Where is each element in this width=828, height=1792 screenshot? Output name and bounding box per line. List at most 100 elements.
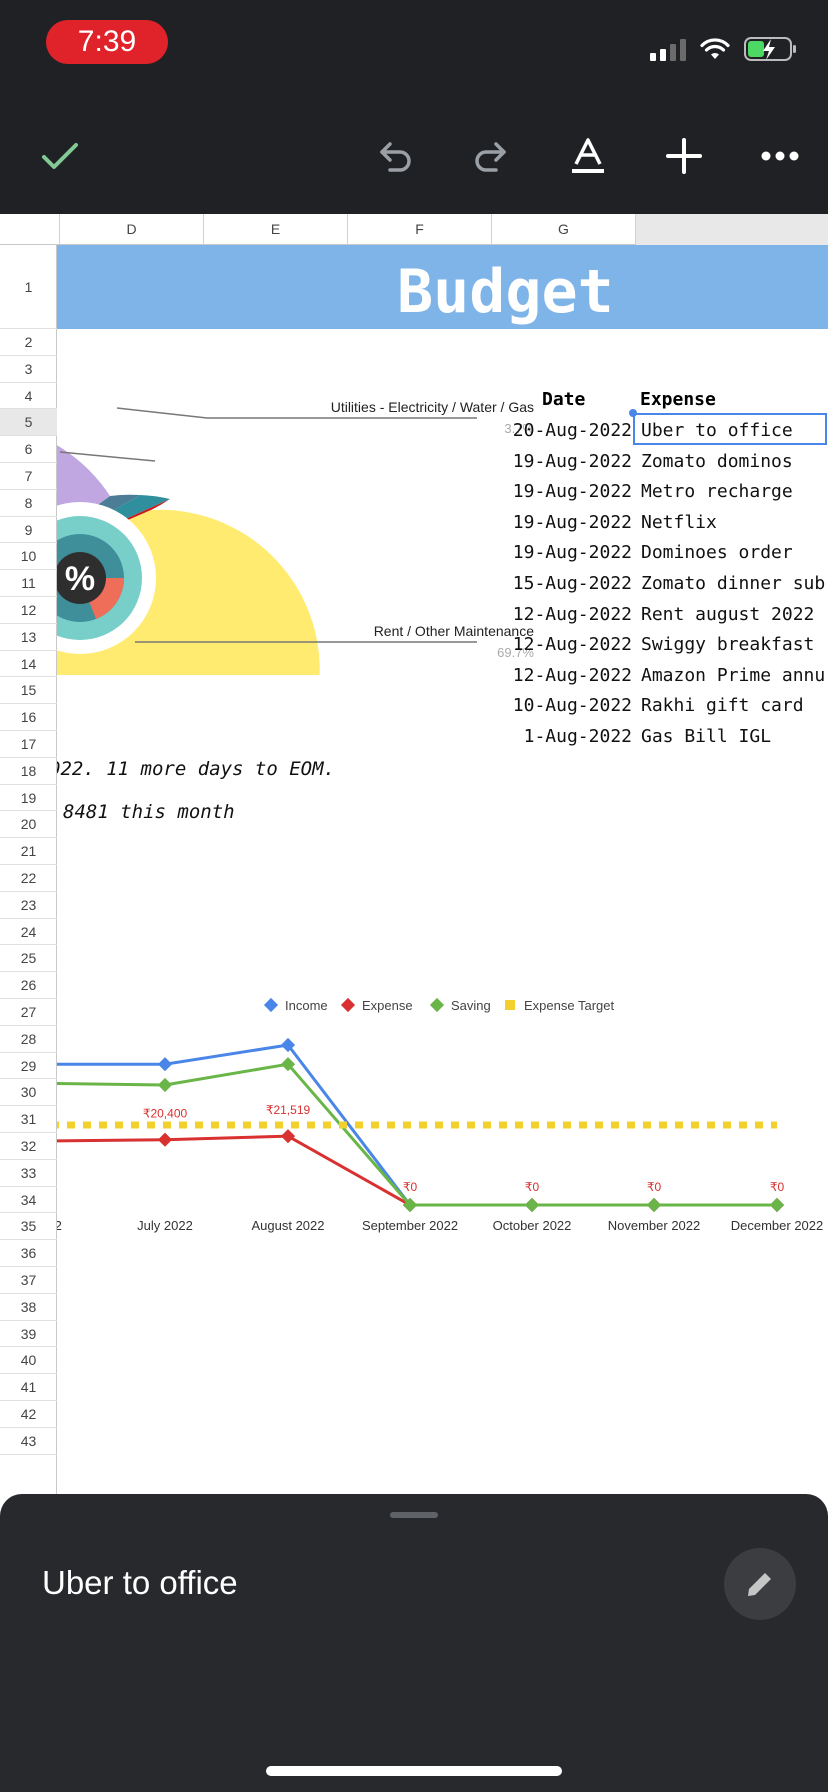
row-header[interactable]: 12: [0, 597, 57, 624]
redo-icon[interactable]: [462, 128, 518, 184]
expense-date-cell[interactable]: 20-Aug-2022: [513, 420, 632, 441]
row-header[interactable]: 1: [0, 245, 57, 329]
row-header[interactable]: 33: [0, 1160, 57, 1187]
row-header[interactable]: 17: [0, 731, 57, 758]
expense-name-cell[interactable]: Gas Bill IGL: [641, 726, 771, 747]
column-header-e[interactable]: E: [204, 214, 348, 245]
row-header[interactable]: 18: [0, 758, 57, 785]
expense-name-cell[interactable]: Amazon Prime annu: [641, 665, 825, 686]
row-header[interactable]: 34: [0, 1187, 57, 1214]
home-indicator[interactable]: [266, 1766, 562, 1776]
row-header[interactable]: 7: [0, 463, 57, 490]
expense-name-cell[interactable]: Rent august 2022: [641, 604, 814, 625]
status-icons: [650, 34, 798, 64]
row-header[interactable]: 36: [0, 1240, 57, 1267]
expense-date-cell[interactable]: 12-Aug-2022: [513, 665, 632, 686]
expense-date-cell[interactable]: 19-Aug-2022: [513, 481, 632, 502]
row-header[interactable]: 30: [0, 1079, 57, 1107]
data-label: ₹0: [770, 1180, 785, 1194]
row-header[interactable]: 13: [0, 624, 57, 651]
row-header[interactable]: 21: [0, 838, 57, 865]
column-header-g[interactable]: G: [492, 214, 636, 245]
expense-name-cell[interactable]: Dominoes order: [641, 542, 793, 563]
x-tick-label: November 2022: [608, 1218, 701, 1233]
expense-date-cell[interactable]: 19-Aug-2022: [513, 512, 632, 533]
row-header[interactable]: 35: [0, 1213, 57, 1241]
column-header-row: D E F G: [0, 214, 828, 245]
expense-name-cell[interactable]: Netflix: [641, 512, 717, 533]
expense-date-cell[interactable]: 1-Aug-2022: [524, 726, 632, 747]
expense-date-cell[interactable]: 19-Aug-2022: [513, 451, 632, 472]
row-header[interactable]: 31: [0, 1106, 57, 1133]
more-horizontal-icon[interactable]: [752, 128, 808, 184]
row-header[interactable]: 11: [0, 570, 57, 597]
battery-charging-icon: [744, 37, 796, 61]
text-format-icon[interactable]: [560, 128, 616, 184]
data-point: [524, 1197, 540, 1213]
column-header-selected[interactable]: [636, 214, 828, 245]
x-tick-label: October 2022: [493, 1218, 572, 1233]
row-header[interactable]: 29: [0, 1053, 57, 1080]
corner-cell[interactable]: [0, 214, 60, 245]
row-header[interactable]: 22: [0, 865, 57, 892]
row-header[interactable]: 15: [0, 677, 57, 705]
income-expense-line-chart[interactable]: IncomeExpenseSavingExpense Target)0₹20,4…: [57, 895, 828, 1235]
spreadsheet-grid[interactable]: Budget % Utilities - Electricity / Water…: [57, 245, 828, 1495]
expense-name-cell[interactable]: Uber to office: [641, 420, 793, 441]
selection-handle-top[interactable]: [629, 409, 637, 417]
row-header[interactable]: 38: [0, 1294, 57, 1321]
row-header[interactable]: 39: [0, 1321, 57, 1348]
undo-icon[interactable]: [368, 128, 424, 184]
column-header-f[interactable]: F: [348, 214, 492, 245]
row-header[interactable]: 20: [0, 811, 57, 839]
expense-name-cell[interactable]: Rakhi gift card: [641, 695, 804, 716]
row-header[interactable]: 14: [0, 651, 57, 678]
row-header[interactable]: 8: [0, 490, 57, 517]
row-header[interactable]: 32: [0, 1133, 57, 1160]
row-header[interactable]: 42: [0, 1401, 57, 1428]
expense-name-cell[interactable]: Zomato dominos: [641, 451, 793, 472]
row-header[interactable]: 10: [0, 543, 57, 571]
expense-name-cell[interactable]: Zomato dinner sub: [641, 573, 825, 594]
row-header[interactable]: 4: [0, 383, 57, 410]
column-header-d[interactable]: D: [60, 214, 204, 245]
row-header[interactable]: 40: [0, 1347, 57, 1375]
row-header[interactable]: 27: [0, 999, 57, 1026]
x-tick-label: August 2022: [251, 1218, 324, 1233]
row-header[interactable]: 28: [0, 1026, 57, 1053]
expense-name-cell[interactable]: Swiggy breakfast: [641, 634, 814, 655]
pencil-icon[interactable]: [724, 1548, 796, 1620]
plus-icon[interactable]: [656, 128, 712, 184]
row-header[interactable]: 9: [0, 517, 57, 544]
row-header[interactable]: 2: [0, 329, 57, 356]
cell-value-text: Uber to office: [42, 1564, 238, 1601]
x-tick-label: 022: [57, 1218, 62, 1233]
expense-date-cell[interactable]: 19-Aug-2022: [513, 542, 632, 563]
check-icon[interactable]: [32, 128, 88, 184]
expense-date-cell[interactable]: 10-Aug-2022: [513, 695, 632, 716]
legend-label: Expense: [362, 998, 413, 1013]
row-header[interactable]: 3: [0, 356, 57, 383]
row-header[interactable]: 25: [0, 945, 57, 973]
cell-details-sheet[interactable]: Uber to office: [0, 1494, 828, 1792]
expense-date-cell[interactable]: 15-Aug-2022: [513, 573, 632, 594]
row-header[interactable]: 19: [0, 785, 57, 812]
data-label: ₹0: [647, 1180, 662, 1194]
expense-date-cell[interactable]: 12-Aug-2022: [513, 604, 632, 625]
row-header[interactable]: 5: [0, 409, 57, 437]
expense-date-cell[interactable]: 12-Aug-2022: [513, 634, 632, 655]
row-header[interactable]: 41: [0, 1374, 57, 1401]
row-header[interactable]: 23: [0, 892, 57, 919]
legend-marker: [505, 1000, 515, 1010]
expense-name-cell[interactable]: Metro recharge: [641, 481, 793, 502]
drag-handle[interactable]: [390, 1512, 438, 1518]
row-header[interactable]: 16: [0, 704, 57, 731]
status-time: 7:39: [46, 20, 168, 64]
row-header[interactable]: 37: [0, 1267, 57, 1294]
row-header[interactable]: 24: [0, 919, 57, 946]
row-header[interactable]: 26: [0, 972, 57, 999]
row-header[interactable]: 6: [0, 436, 57, 463]
month-total-note: 8481 this month: [63, 801, 235, 823]
row-header[interactable]: 43: [0, 1428, 57, 1455]
data-point: [57, 1076, 59, 1091]
